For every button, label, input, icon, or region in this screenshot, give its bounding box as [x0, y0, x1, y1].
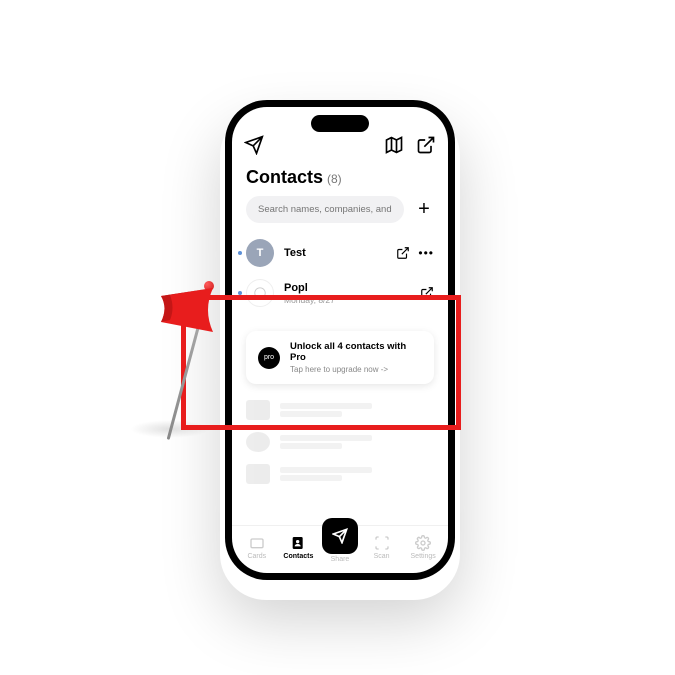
dynamic-island — [311, 115, 369, 132]
send-icon[interactable] — [244, 135, 264, 155]
open-icon[interactable] — [396, 246, 410, 260]
annotation-flag-shadow — [130, 420, 210, 438]
upgrade-card[interactable]: pro Unlock all 4 contacts with Pro Tap h… — [246, 331, 434, 384]
nav-label: Settings — [411, 553, 436, 560]
upgrade-title: Unlock all 4 contacts with Pro — [290, 341, 422, 363]
nav-label: Cards — [247, 553, 266, 560]
pro-badge: pro — [258, 347, 280, 369]
nav-label: Contacts — [283, 553, 313, 560]
nav-contacts[interactable]: Contacts — [278, 535, 320, 560]
contact-row[interactable]: Popl Monday, 8/27 — [246, 273, 434, 313]
nav-cards[interactable]: Cards — [236, 535, 278, 560]
avatar: T — [246, 239, 274, 267]
contact-list: T Test ••• — [232, 233, 448, 525]
contact-row[interactable]: T Test ••• — [246, 233, 434, 273]
locked-contact-row — [246, 394, 434, 426]
locked-contact-row — [246, 458, 434, 490]
nav-share[interactable]: Share — [319, 532, 361, 563]
contact-name: Test — [284, 247, 386, 259]
share-button[interactable] — [322, 518, 358, 554]
contact-actions — [420, 286, 434, 300]
upgrade-subtitle: Tap here to upgrade now -> — [290, 365, 422, 374]
contact-info: Popl Monday, 8/27 — [284, 282, 410, 305]
unread-dot — [238, 251, 242, 255]
phone-screen: Contacts (8) + T Test — [232, 107, 448, 573]
map-icon[interactable] — [384, 135, 404, 155]
upgrade-text: Unlock all 4 contacts with Pro Tap here … — [290, 341, 422, 374]
nav-settings[interactable]: Settings — [402, 535, 444, 560]
nav-scan[interactable]: Scan — [361, 535, 403, 560]
nav-label: Share — [331, 556, 350, 563]
contact-date: Monday, 8/27 — [284, 295, 410, 305]
phone-frame: Contacts (8) + T Test — [225, 100, 455, 580]
search-input[interactable] — [246, 196, 404, 223]
page-title-row: Contacts (8) — [232, 161, 448, 196]
export-icon[interactable] — [416, 135, 436, 155]
open-icon[interactable] — [420, 286, 434, 300]
contact-name: Popl — [284, 282, 410, 294]
contact-info: Test — [284, 247, 386, 259]
contact-actions: ••• — [396, 246, 434, 260]
page-title: Contacts — [246, 167, 323, 188]
search-row: + — [232, 196, 448, 233]
contact-count: (8) — [327, 172, 342, 186]
flag-icon — [158, 286, 218, 351]
more-icon[interactable]: ••• — [418, 246, 434, 260]
locked-contact-row — [246, 426, 434, 458]
nav-label: Scan — [374, 553, 390, 560]
bottom-nav: Cards Contacts Share Scan — [232, 525, 448, 573]
avatar — [246, 279, 274, 307]
add-contact-button[interactable]: + — [414, 200, 434, 220]
unread-dot — [238, 291, 242, 295]
